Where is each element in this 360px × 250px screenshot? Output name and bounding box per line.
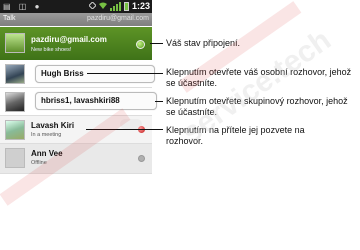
friend-name: Lavash Kiri — [31, 121, 75, 130]
wifi-icon — [98, 2, 107, 11]
avatar — [5, 92, 25, 112]
avatar — [5, 64, 25, 84]
status-icons: 1:23 — [88, 0, 150, 11]
friend-status: Offline — [31, 160, 47, 166]
signal-icon — [109, 1, 121, 11]
my-status-row[interactable]: pazdiru@gmail.com New bike shoes! — [0, 27, 152, 60]
annotation-line — [155, 101, 163, 102]
annotation-personal-chat: Klepnutím otevřete váš osobní rozhovor, … — [166, 67, 352, 88]
annotation-line — [86, 129, 163, 130]
avatar — [5, 33, 25, 53]
annotation-invite-friend: Klepnutím na přítele jej pozvete na rozh… — [166, 125, 305, 146]
annotation-group-chat: Klepnutím otevřete skupinový rozhovor, j… — [166, 96, 348, 117]
account-label: pazdiru@gmail.com — [87, 15, 149, 22]
friend-name: Ann Vee — [31, 149, 63, 158]
annotation-connection-status: Váš stav připojení. — [166, 38, 241, 48]
offline-status-icon — [138, 155, 145, 162]
clock: 1:23 — [131, 1, 150, 11]
annotation-line — [87, 73, 163, 74]
my-account-name: pazdiru@gmail.com — [31, 35, 107, 44]
avatar — [5, 148, 25, 168]
battery-icon — [123, 1, 129, 11]
status-bar: ▤ ◫ ● 1:23 — [0, 0, 152, 13]
my-status-message: New bike shoes! — [31, 47, 72, 53]
phone-screen: ▤ ◫ ● 1:23 Talk pazdiru@gmail.com pazdir… — [0, 0, 152, 250]
online-status-icon — [136, 40, 145, 49]
group-chat-name: hbriss1, lavashkiri88 — [41, 96, 120, 105]
notification-icons: ▤ ◫ ● — [3, 2, 43, 11]
friend-row-ann-vee[interactable]: Ann Vee Offline — [0, 144, 152, 174]
friend-row-lavash-kiri[interactable]: Lavash Kiri In a meeting — [0, 116, 152, 144]
chat-callout-group[interactable]: hbriss1, lavashkiri88 — [35, 92, 157, 110]
annotation-line — [150, 43, 163, 44]
friend-status: In a meeting — [31, 132, 62, 138]
sync-icon — [88, 0, 97, 11]
avatar — [5, 120, 25, 140]
title-bar: Talk pazdiru@gmail.com — [0, 13, 152, 26]
chat-callout-hugh-briss[interactable]: Hugh Briss — [35, 65, 155, 83]
friend-name: Hugh Briss — [41, 69, 84, 78]
app-title: Talk — [3, 15, 16, 22]
